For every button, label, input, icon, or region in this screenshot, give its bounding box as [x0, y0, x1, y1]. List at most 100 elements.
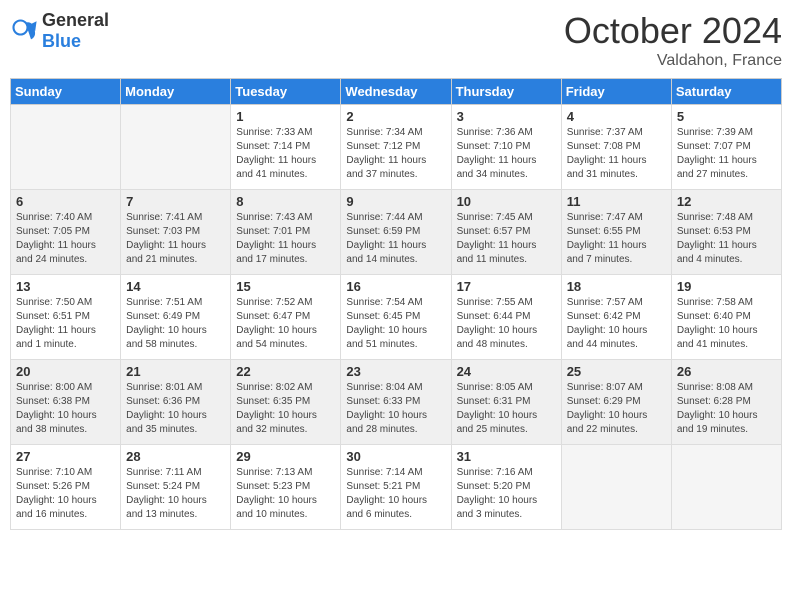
calendar-cell: 4 Sunrise: 7:37 AM Sunset: 7:08 PM Daylig… — [561, 105, 671, 190]
day-detail: Sunrise: 8:00 AM Sunset: 6:38 PM Dayligh… — [16, 381, 115, 437]
calendar-cell: 13 Sunrise: 7:50 AM Sunset: 6:51 PM Dayli… — [11, 275, 121, 360]
day-number: 14 — [126, 279, 225, 294]
day-number: 22 — [236, 364, 335, 379]
calendar-cell: 3 Sunrise: 7:36 AM Sunset: 7:10 PM Daylig… — [451, 105, 561, 190]
day-number: 23 — [346, 364, 445, 379]
calendar-cell: 27Sunrise: 7:10 AM Sunset: 5:26 PM Dayli… — [11, 445, 121, 530]
day-detail: Sunrise: 8:07 AM Sunset: 6:29 PM Dayligh… — [567, 381, 666, 437]
day-number: 26 — [677, 364, 776, 379]
calendar-cell: 2Sunrise: 7:34 AM Sunset: 7:12 PM Daylig… — [341, 105, 451, 190]
day-number: 28 — [126, 449, 225, 464]
title-block: October 2024 Valdahon, France — [564, 10, 782, 70]
day-number: 24 — [457, 364, 556, 379]
logo-blue: Blue — [42, 31, 81, 51]
day-number: 5 — [677, 109, 776, 124]
calendar-cell: 29 Sunrise: 7:13 AM Sunset: 5:23 PM Dayli… — [231, 445, 341, 530]
calendar-cell: 28 Sunrise: 7:11 AM Sunset: 5:24 PM Dayli… — [121, 445, 231, 530]
day-detail: Sunrise: 7:36 AM Sunset: 7:10 PM Dayligh… — [457, 126, 556, 182]
column-header-monday: Monday — [121, 79, 231, 105]
day-detail: Sunrise: 7:43 AM Sunset: 7:01 PM Dayligh… — [236, 211, 335, 267]
day-detail: Sunrise: 8:05 AM Sunset: 6:31 PM Dayligh… — [457, 381, 556, 437]
day-detail: Sunrise: 8:08 AM Sunset: 6:28 PM Dayligh… — [677, 381, 776, 437]
month-title: October 2024 — [564, 10, 782, 52]
day-number: 15 — [236, 279, 335, 294]
day-detail: Sunrise: 7:11 AM Sunset: 5:24 PM Dayligh… — [126, 466, 225, 522]
column-header-thursday: Thursday — [451, 79, 561, 105]
day-number: 18 — [567, 279, 666, 294]
day-number: 11 — [567, 194, 666, 209]
calendar-cell: 24 Sunrise: 8:05 AM Sunset: 6:31 PM Dayli… — [451, 360, 561, 445]
calendar-cell: 16 Sunrise: 7:54 AM Sunset: 6:45 PM Dayli… — [341, 275, 451, 360]
logo: General Blue — [10, 10, 109, 52]
day-detail: Sunrise: 7:48 AM Sunset: 6:53 PM Dayligh… — [677, 211, 776, 267]
day-number: 7 — [126, 194, 225, 209]
calendar-cell — [121, 105, 231, 190]
day-number: 31 — [457, 449, 556, 464]
day-number: 8 — [236, 194, 335, 209]
calendar-cell: 30 Sunrise: 7:14 AM Sunset: 5:21 PM Dayli… — [341, 445, 451, 530]
day-detail: Sunrise: 7:40 AM Sunset: 7:05 PM Dayligh… — [16, 211, 115, 267]
location-title: Valdahon, France — [564, 52, 782, 70]
day-detail: Sunrise: 7:51 AM Sunset: 6:49 PM Dayligh… — [126, 296, 225, 352]
day-detail: Sunrise: 7:52 AM Sunset: 6:47 PM Dayligh… — [236, 296, 335, 352]
logo-text: General Blue — [42, 10, 109, 52]
day-detail: Sunrise: 8:01 AM Sunset: 6:36 PM Dayligh… — [126, 381, 225, 437]
day-detail: Sunrise: 7:16 AM Sunset: 5:20 PM Dayligh… — [457, 466, 556, 522]
day-number: 19 — [677, 279, 776, 294]
calendar-cell: 14 Sunrise: 7:51 AM Sunset: 6:49 PM Dayli… — [121, 275, 231, 360]
calendar-cell: 17 Sunrise: 7:55 AM Sunset: 6:44 PM Dayli… — [451, 275, 561, 360]
calendar-cell: 22 Sunrise: 8:02 AM Sunset: 6:35 PM Dayli… — [231, 360, 341, 445]
day-detail: Sunrise: 8:02 AM Sunset: 6:35 PM Dayligh… — [236, 381, 335, 437]
day-detail: Sunrise: 7:55 AM Sunset: 6:44 PM Dayligh… — [457, 296, 556, 352]
calendar-cell: 18 Sunrise: 7:57 AM Sunset: 6:42 PM Dayli… — [561, 275, 671, 360]
day-detail: Sunrise: 7:37 AM Sunset: 7:08 PM Dayligh… — [567, 126, 666, 182]
calendar-cell: 25 Sunrise: 8:07 AM Sunset: 6:29 PM Dayli… — [561, 360, 671, 445]
day-number: 25 — [567, 364, 666, 379]
day-detail: Sunrise: 7:50 AM Sunset: 6:51 PM Dayligh… — [16, 296, 115, 352]
day-detail: Sunrise: 7:57 AM Sunset: 6:42 PM Dayligh… — [567, 296, 666, 352]
day-number: 17 — [457, 279, 556, 294]
day-detail: Sunrise: 7:41 AM Sunset: 7:03 PM Dayligh… — [126, 211, 225, 267]
calendar-cell: 26 Sunrise: 8:08 AM Sunset: 6:28 PM Dayli… — [671, 360, 781, 445]
calendar-cell: 31 Sunrise: 7:16 AM Sunset: 5:20 PM Dayli… — [451, 445, 561, 530]
calendar-cell: 8 Sunrise: 7:43 AM Sunset: 7:01 PM Daylig… — [231, 190, 341, 275]
day-number: 30 — [346, 449, 445, 464]
calendar-cell: 15 Sunrise: 7:52 AM Sunset: 6:47 PM Dayli… — [231, 275, 341, 360]
column-header-friday: Friday — [561, 79, 671, 105]
day-number: 20 — [16, 364, 115, 379]
calendar-cell: 9 Sunrise: 7:44 AM Sunset: 6:59 PM Daylig… — [341, 190, 451, 275]
day-detail: Sunrise: 7:47 AM Sunset: 6:55 PM Dayligh… — [567, 211, 666, 267]
day-detail: Sunrise: 7:13 AM Sunset: 5:23 PM Dayligh… — [236, 466, 335, 522]
day-number: 16 — [346, 279, 445, 294]
day-number: 1 — [236, 109, 335, 124]
calendar-cell: 20 Sunrise: 8:00 AM Sunset: 6:38 PM Dayli… — [11, 360, 121, 445]
day-number: 2 — [346, 109, 445, 124]
day-number: 4 — [567, 109, 666, 124]
day-number: 3 — [457, 109, 556, 124]
column-header-saturday: Saturday — [671, 79, 781, 105]
column-header-tuesday: Tuesday — [231, 79, 341, 105]
day-number: 9 — [346, 194, 445, 209]
day-detail: Sunrise: 7:39 AM Sunset: 7:07 PM Dayligh… — [677, 126, 776, 182]
day-number: 21 — [126, 364, 225, 379]
calendar-cell: 11 Sunrise: 7:47 AM Sunset: 6:55 PM Dayli… — [561, 190, 671, 275]
day-detail: Sunrise: 7:14 AM Sunset: 5:21 PM Dayligh… — [346, 466, 445, 522]
calendar-cell: 21 Sunrise: 8:01 AM Sunset: 6:36 PM Dayli… — [121, 360, 231, 445]
calendar-cell: 12Sunrise: 7:48 AM Sunset: 6:53 PM Dayli… — [671, 190, 781, 275]
day-number: 29 — [236, 449, 335, 464]
day-number: 13 — [16, 279, 115, 294]
day-number: 6 — [16, 194, 115, 209]
day-detail: Sunrise: 7:44 AM Sunset: 6:59 PM Dayligh… — [346, 211, 445, 267]
day-detail: Sunrise: 8:04 AM Sunset: 6:33 PM Dayligh… — [346, 381, 445, 437]
calendar-cell: 7 Sunrise: 7:41 AM Sunset: 7:03 PM Daylig… — [121, 190, 231, 275]
calendar-cell: 6 Sunrise: 7:40 AM Sunset: 7:05 PM Daylig… — [11, 190, 121, 275]
day-number: 10 — [457, 194, 556, 209]
logo-icon — [10, 17, 38, 45]
calendar-table: SundayMondayTuesdayWednesdayThursdayFrid… — [10, 78, 782, 530]
day-number: 27 — [16, 449, 115, 464]
column-header-sunday: Sunday — [11, 79, 121, 105]
day-detail: Sunrise: 7:33 AM Sunset: 7:14 PM Dayligh… — [236, 126, 335, 182]
column-header-wednesday: Wednesday — [341, 79, 451, 105]
calendar-cell — [11, 105, 121, 190]
day-detail: Sunrise: 7:54 AM Sunset: 6:45 PM Dayligh… — [346, 296, 445, 352]
